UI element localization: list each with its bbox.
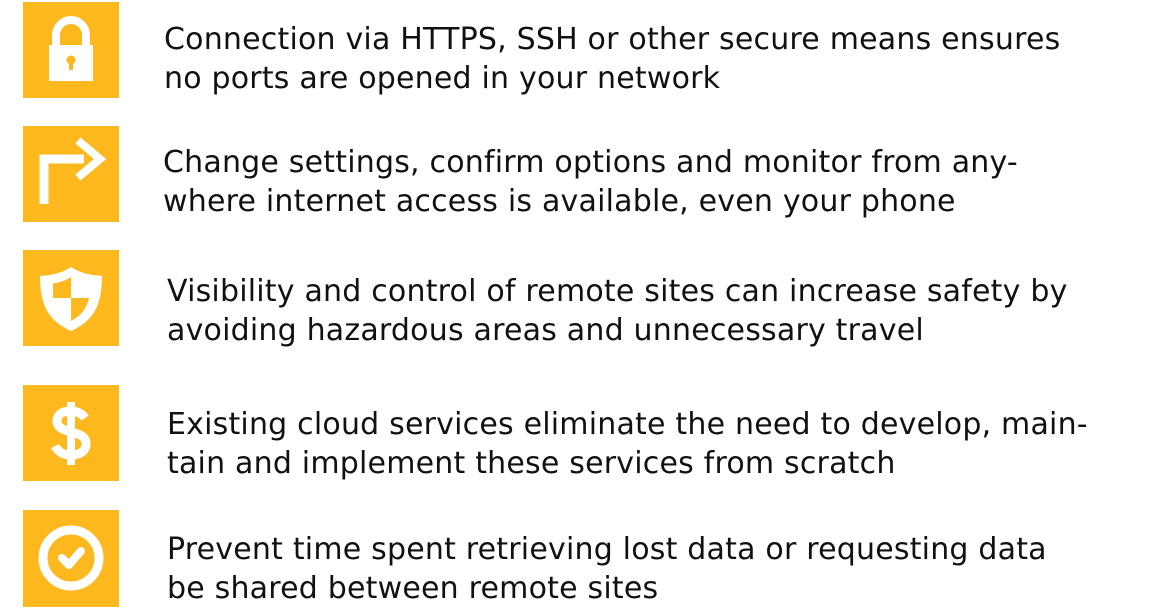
feature-text: Connection via HTTPS, SSH or other secur… <box>164 20 1139 98</box>
feature-text-line: avoiding hazardous areas and unnecessary… <box>167 313 924 348</box>
feature-item-secure-connection: Connection via HTTPS, SSH or other secur… <box>0 2 1150 102</box>
feature-text-line: Connection via HTTPS, SSH or other secur… <box>164 22 1061 57</box>
feature-text: Existing cloud services eliminate the ne… <box>167 405 1142 483</box>
feature-text-line: no ports are opened in your network <box>164 61 721 96</box>
shield-icon <box>23 250 119 346</box>
feature-item-data-sharing: Prevent time spent retrieving lost data … <box>0 510 1150 610</box>
padlock-icon <box>23 2 119 98</box>
feature-text-line: Existing cloud services eliminate the ne… <box>167 407 1088 442</box>
feature-text-line: tain and implement these services from s… <box>167 446 896 481</box>
feature-text: Change settings, confirm options and mon… <box>163 143 1138 221</box>
feature-text: Visibility and control of remote sites c… <box>167 272 1142 350</box>
turn-right-arrow-icon <box>23 126 119 222</box>
dollar-sign-icon <box>23 385 119 481</box>
feature-text-line: Change settings, confirm options and mon… <box>163 145 1018 180</box>
feature-item-remote-settings: Change settings, confirm options and mon… <box>0 126 1150 226</box>
clock-check-icon <box>23 510 119 607</box>
feature-text-line: be shared between remote sites <box>167 571 659 606</box>
feature-text-line: Prevent time spent retrieving lost data … <box>167 532 1047 567</box>
feature-text: Prevent time spent retrieving lost data … <box>167 530 1142 608</box>
feature-text-line: Visibility and control of remote sites c… <box>167 274 1068 309</box>
feature-item-cost-savings: Existing cloud services eliminate the ne… <box>0 385 1150 485</box>
feature-text-line: where internet access is available, even… <box>163 184 956 219</box>
feature-item-safety: Visibility and control of remote sites c… <box>0 250 1150 350</box>
